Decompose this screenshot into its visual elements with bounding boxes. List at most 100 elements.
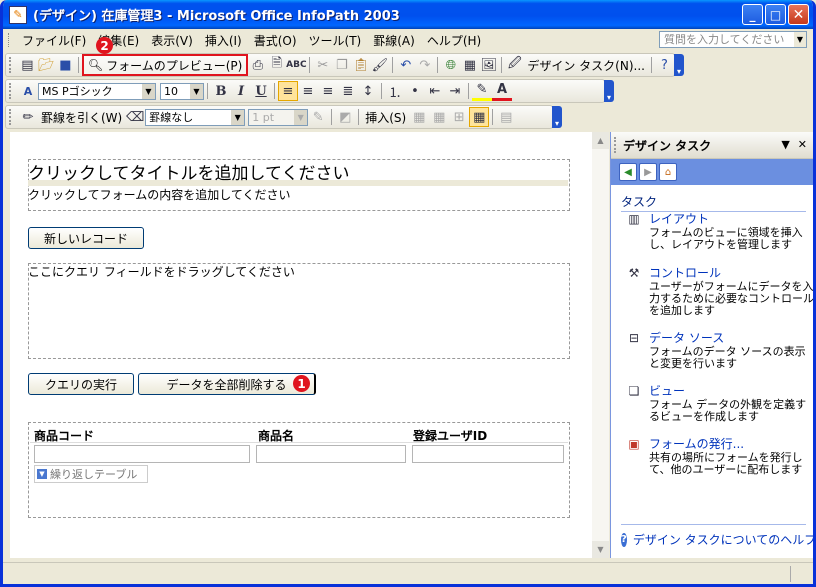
toolbar-options-icon[interactable]: ▾ [552, 106, 562, 128]
chevron-down-icon[interactable]: ▼ [142, 83, 155, 99]
form-design-canvas[interactable]: クリックしてタイトルを追加してください クリックしてフォームの内容を追加してくだ… [10, 132, 607, 558]
task-link-publish[interactable]: フォームの発行... [649, 435, 744, 452]
menu-file[interactable]: ファイル(F) [16, 32, 92, 49]
italic-button[interactable]: I [231, 81, 251, 101]
bold-button[interactable]: B [211, 81, 231, 101]
title-bar[interactable]: ✎ (デザイン) 在庫管理3 - Microsoft Office InfoPa… [3, 0, 813, 29]
font-color-icon[interactable]: A [492, 81, 512, 101]
justify-icon[interactable]: ≣ [338, 81, 358, 101]
task-link-data-source[interactable]: データ ソース [649, 329, 724, 346]
underline-button[interactable]: U [251, 81, 271, 101]
task-link-layout[interactable]: レイアウト [649, 210, 709, 227]
help-dropdown-icon[interactable]: ▼ [794, 32, 806, 47]
cut-icon[interactable]: ✂ [313, 55, 332, 75]
task-pane-close-icon[interactable]: ✕ [798, 138, 807, 151]
design-form-icon[interactable]: ▤ [18, 55, 37, 75]
toolbar-separator [381, 83, 382, 99]
align-right-icon[interactable]: ≡ [318, 81, 338, 101]
toolbar-options-icon[interactable]: ▾ [604, 80, 614, 102]
paste-icon[interactable]: 📋︎ [351, 55, 370, 75]
spelling-icon[interactable]: ABC [286, 55, 306, 75]
undo-icon[interactable]: ↶ [396, 55, 415, 75]
scroll-down-icon[interactable]: ▼ [592, 541, 609, 558]
shading-icon[interactable]: ◩ [335, 107, 355, 127]
task-link-views[interactable]: ビュー [649, 382, 685, 399]
line-spacing-icon[interactable]: ↕ [358, 81, 378, 101]
toolbar-grip[interactable] [9, 57, 14, 73]
menu-table[interactable]: 罫線(A) [367, 32, 421, 49]
delete-all-button[interactable]: データを全部削除する [138, 373, 316, 395]
product-name-field[interactable] [256, 445, 406, 463]
align-center-icon[interactable]: ≡ [298, 81, 318, 101]
align-left-icon[interactable]: ≡ [278, 81, 298, 101]
toolbar-grip[interactable] [9, 109, 14, 125]
app-window: ✎ (デザイン) 在庫管理3 - Microsoft Office InfoPa… [0, 0, 816, 587]
task-pane-menu-icon[interactable]: ▼ [781, 138, 789, 151]
hyperlink-icon[interactable]: 🌐︎ [441, 55, 460, 75]
menu-help[interactable]: ヘルプ(H) [421, 32, 487, 49]
chevron-down-icon[interactable]: ▼ [231, 109, 245, 125]
border-color-icon[interactable]: ✎ [308, 107, 328, 127]
eraser-icon[interactable]: ⌫ [125, 107, 145, 127]
resize-grip-icon[interactable] [790, 566, 809, 582]
open-folder-icon[interactable]: 📂︎ [37, 55, 56, 75]
menu-format[interactable]: 書式(O) [248, 32, 303, 49]
border-style-select[interactable]: 罫線なし ▼ [145, 108, 246, 126]
chevron-down-icon[interactable]: ▼ [190, 83, 203, 99]
scroll-up-icon[interactable]: ▲ [592, 132, 609, 149]
canvas-scrollbar[interactable]: ▲ ▼ [592, 132, 609, 558]
insert-table-icon[interactable]: ▦ [460, 55, 479, 75]
increase-indent-icon[interactable]: ⇥ [445, 81, 465, 101]
title-placeholder[interactable]: クリックしてタイトルを追加してください [28, 159, 349, 184]
bullets-icon[interactable]: • [405, 81, 425, 101]
menu-tools[interactable]: ツール(T) [303, 32, 368, 49]
insert-picture-icon[interactable]: 🖼︎ [479, 55, 498, 75]
draw-table-button[interactable]: 罫線を引く(W) [38, 109, 125, 126]
help-question-input[interactable]: 質問を入力してください ▼ [659, 31, 807, 48]
task-pane-help-link[interactable]: ? デザイン タスクについてのヘルプ [621, 524, 813, 548]
numbering-icon[interactable]: ⒈ [385, 81, 405, 101]
table-properties-icon[interactable]: ▤ [496, 107, 516, 127]
split-cells-icon[interactable]: ▦ [429, 107, 449, 127]
insert-table-menu[interactable]: 挿入(S) [362, 109, 409, 126]
new-record-button[interactable]: 新しいレコード [28, 227, 144, 249]
print-preview-icon[interactable]: 🗎︎ [267, 55, 286, 75]
task-desc-data-source: フォームのデータ ソースの表示と変更を行います [649, 345, 806, 370]
forward-icon[interactable]: ▶ [639, 163, 657, 181]
decrease-indent-icon[interactable]: ⇤ [425, 81, 445, 101]
menu-insert[interactable]: 挿入(I) [199, 32, 248, 49]
menubar-grip[interactable] [8, 33, 12, 47]
minimize-button[interactable]: _ [742, 4, 763, 25]
task-pane-grip[interactable] [614, 137, 619, 153]
menu-view[interactable]: 表示(V) [145, 32, 199, 49]
save-icon[interactable]: ■ [56, 55, 75, 75]
merge-cells-icon[interactable]: ▦ [409, 107, 429, 127]
user-id-field[interactable] [412, 445, 564, 463]
design-task-button[interactable]: デザイン タスク(N)... [524, 57, 648, 74]
task-pane-nav: ◀ ▶ ⌂ [611, 159, 813, 185]
content-placeholder[interactable]: クリックしてフォームの内容を追加してください [28, 186, 291, 203]
task-link-controls[interactable]: コントロール [649, 264, 721, 281]
format-painter-icon[interactable]: 🖌︎ [370, 55, 389, 75]
font-name-select[interactable]: MS Pゴシック ▼ [38, 82, 156, 100]
help-icon[interactable]: ? [655, 55, 674, 75]
print-icon[interactable]: ⎙ [248, 55, 267, 75]
home-icon[interactable]: ⌂ [659, 163, 677, 181]
maximize-button[interactable]: □ [765, 4, 786, 25]
toolbar-grip[interactable] [9, 83, 14, 99]
highlight-icon[interactable]: ✎ [472, 81, 492, 101]
font-size-select[interactable]: 10 ▼ [160, 82, 204, 100]
toolbar-options-icon[interactable]: ▾ [674, 54, 684, 76]
redo-icon[interactable]: ↷ [415, 55, 434, 75]
preview-form-button[interactable]: 🔍︎ フォームのプレビュー(P) [81, 54, 249, 76]
border-width-select[interactable]: 1 pt ▼ [248, 108, 309, 126]
show-gridlines-icon[interactable]: ▦ [469, 107, 490, 127]
chevron-down-icon[interactable]: ▼ [294, 109, 308, 125]
back-icon[interactable]: ◀ [619, 163, 637, 181]
close-button[interactable]: ✕ [788, 4, 809, 25]
cell-align-icon[interactable]: ⊞ [449, 107, 469, 127]
product-code-field[interactable] [34, 445, 250, 463]
repeating-table-tag[interactable]: ▼ 繰り返しテーブル [34, 465, 149, 483]
copy-icon[interactable]: ❐ [332, 55, 351, 75]
run-query-button[interactable]: クエリの実行 [28, 373, 134, 395]
